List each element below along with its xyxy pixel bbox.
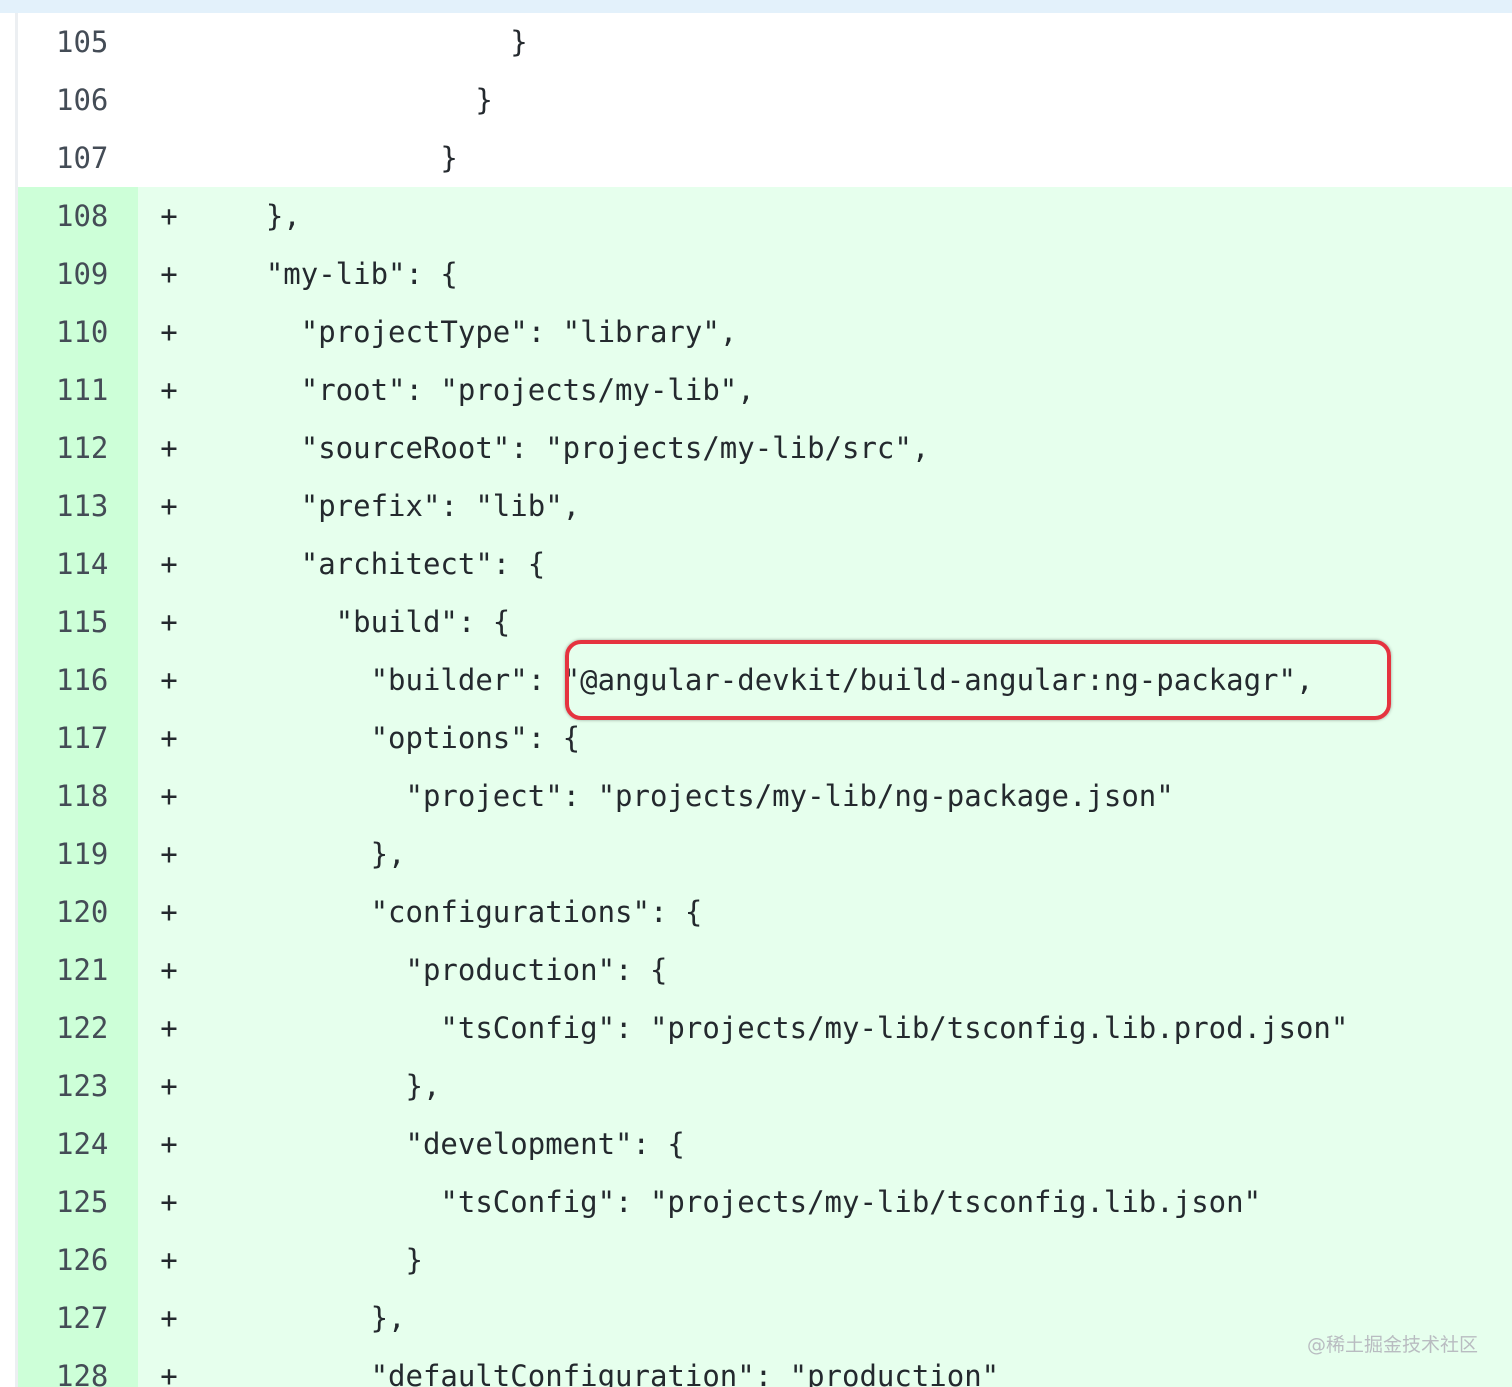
code-text: } xyxy=(196,25,528,59)
diff-sign: + xyxy=(160,1359,178,1387)
diff-sign: + xyxy=(160,1011,178,1045)
code-text: "projectType": "library", xyxy=(196,315,738,349)
code-text: }, xyxy=(196,199,301,233)
code-text: "defaultConfiguration": "production" xyxy=(196,1359,1000,1387)
diff-lines: 105 } 106 } 107 } 108 + }, 109 + "my-lib": {11… xyxy=(18,13,1512,1387)
diff-sign: + xyxy=(160,1127,178,1161)
diff-line: 105 } xyxy=(18,13,1512,71)
code-text: "builder": "@angular-devkit/build-angula… xyxy=(196,663,1314,697)
diff-sign: + xyxy=(160,257,178,291)
line-number[interactable]: 124 xyxy=(18,1115,138,1173)
line-number[interactable]: 105 xyxy=(18,13,138,71)
code-text: }, xyxy=(196,837,406,871)
diff-line: 119 + }, xyxy=(18,825,1512,883)
diff-sign: + xyxy=(160,1185,178,1219)
diff-sign: + xyxy=(160,547,178,581)
line-number[interactable]: 121 xyxy=(18,941,138,999)
line-number[interactable]: 120 xyxy=(18,883,138,941)
diff-line: 126 + } xyxy=(18,1231,1512,1289)
code-text: } xyxy=(196,83,493,117)
diff-sign: + xyxy=(160,431,178,465)
diff-line: 116 + "builder": "@angular-devkit/build-a… xyxy=(18,651,1512,709)
code-text: "options": { xyxy=(196,721,581,755)
diff-line: 120 + "configurations": { xyxy=(18,883,1512,941)
diff-sign: + xyxy=(160,721,178,755)
line-number[interactable]: 116 xyxy=(18,651,138,709)
line-number[interactable]: 126 xyxy=(18,1231,138,1289)
line-number[interactable]: 127 xyxy=(18,1289,138,1347)
diff-line: 108 + }, xyxy=(18,187,1512,245)
diff-line: 115 + "build": { xyxy=(18,593,1512,651)
line-number[interactable]: 114 xyxy=(18,535,138,593)
code-text: "tsConfig": "projects/my-lib/tsconfig.li… xyxy=(196,1185,1262,1219)
line-number[interactable]: 113 xyxy=(18,477,138,535)
code-text: }, xyxy=(196,1069,441,1103)
line-number[interactable]: 125 xyxy=(18,1173,138,1231)
diff-sign: + xyxy=(160,895,178,929)
line-number[interactable]: 107 xyxy=(18,129,138,187)
code-text: } xyxy=(196,1243,423,1277)
line-number[interactable]: 112 xyxy=(18,419,138,477)
diff-line: 127 + }, xyxy=(18,1289,1512,1347)
diff-sign: + xyxy=(160,837,178,871)
code-text: } xyxy=(196,141,458,175)
diff-sign: + xyxy=(160,605,178,639)
code-text: "prefix": "lib", xyxy=(196,489,581,523)
diff-line: 125 + "tsConfig": "projects/my-lib/tsconf… xyxy=(18,1173,1512,1231)
code-text: "root": "projects/my-lib", xyxy=(196,373,755,407)
code-text: "sourceRoot": "projects/my-lib/src", xyxy=(196,431,930,465)
line-number[interactable]: 115 xyxy=(18,593,138,651)
diff-line: 121 + "production": { xyxy=(18,941,1512,999)
diff-line: 118 + "project": "projects/my-lib/ng-pack… xyxy=(18,767,1512,825)
line-number[interactable]: 128 xyxy=(18,1347,138,1387)
code-text: "development": { xyxy=(196,1127,685,1161)
code-text: "production": { xyxy=(196,953,668,987)
diff-sign: + xyxy=(160,199,178,233)
line-number[interactable]: 123 xyxy=(18,1057,138,1115)
diff-line: 110 + "projectType": "library", xyxy=(18,303,1512,361)
code-text: "tsConfig": "projects/my-lib/tsconfig.li… xyxy=(196,1011,1349,1045)
diff-line: 113 + "prefix": "lib", xyxy=(18,477,1512,535)
code-text: "architect": { xyxy=(196,547,546,581)
diff-sign: + xyxy=(160,315,178,349)
diff-sign: + xyxy=(160,489,178,523)
diff-sign: + xyxy=(160,953,178,987)
line-number[interactable]: 122 xyxy=(18,999,138,1057)
line-number[interactable]: 109 xyxy=(18,245,138,303)
code-text: "configurations": { xyxy=(196,895,703,929)
watermark: @稀土掘金技术社区 xyxy=(1306,1334,1478,1356)
line-number[interactable]: 108 xyxy=(18,187,138,245)
diff-sign: + xyxy=(160,1301,178,1335)
line-number[interactable]: 111 xyxy=(18,361,138,419)
top-header-strip xyxy=(0,0,1512,13)
diff-sign: + xyxy=(160,779,178,813)
code-text: "project": "projects/my-lib/ng-package.j… xyxy=(196,779,1174,813)
diff-line: 111 + "root": "projects/my-lib", xyxy=(18,361,1512,419)
diff-line: 123 + }, xyxy=(18,1057,1512,1115)
diff-sign: + xyxy=(160,1069,178,1103)
code-text: "build": { xyxy=(196,605,511,639)
diff-line: 114 + "architect": { xyxy=(18,535,1512,593)
line-number[interactable]: 119 xyxy=(18,825,138,883)
diff-line: 106 } xyxy=(18,71,1512,129)
diff-sign: + xyxy=(160,373,178,407)
line-number[interactable]: 106 xyxy=(18,71,138,129)
diff-line: 128 + "defaultConfiguration": "production… xyxy=(18,1347,1512,1387)
code-text: "my-lib": { xyxy=(196,257,458,291)
line-number[interactable]: 110 xyxy=(18,303,138,361)
diff-line: 117 + "options": { xyxy=(18,709,1512,767)
diff-line: 107 } xyxy=(18,129,1512,187)
diff-viewer: 105 } 106 } 107 } 108 + }, 109 + "my-lib": {11… xyxy=(0,0,1512,1387)
diff-line: 112 + "sourceRoot": "projects/my-lib/src"… xyxy=(18,419,1512,477)
diff-line: 109 + "my-lib": { xyxy=(18,245,1512,303)
line-number[interactable]: 118 xyxy=(18,767,138,825)
diff-line: 124 + "development": { xyxy=(18,1115,1512,1173)
line-number[interactable]: 117 xyxy=(18,709,138,767)
diff-line: 122 + "tsConfig": "projects/my-lib/tsconf… xyxy=(18,999,1512,1057)
diff-sign: + xyxy=(160,1243,178,1277)
diff-sign: + xyxy=(160,663,178,697)
